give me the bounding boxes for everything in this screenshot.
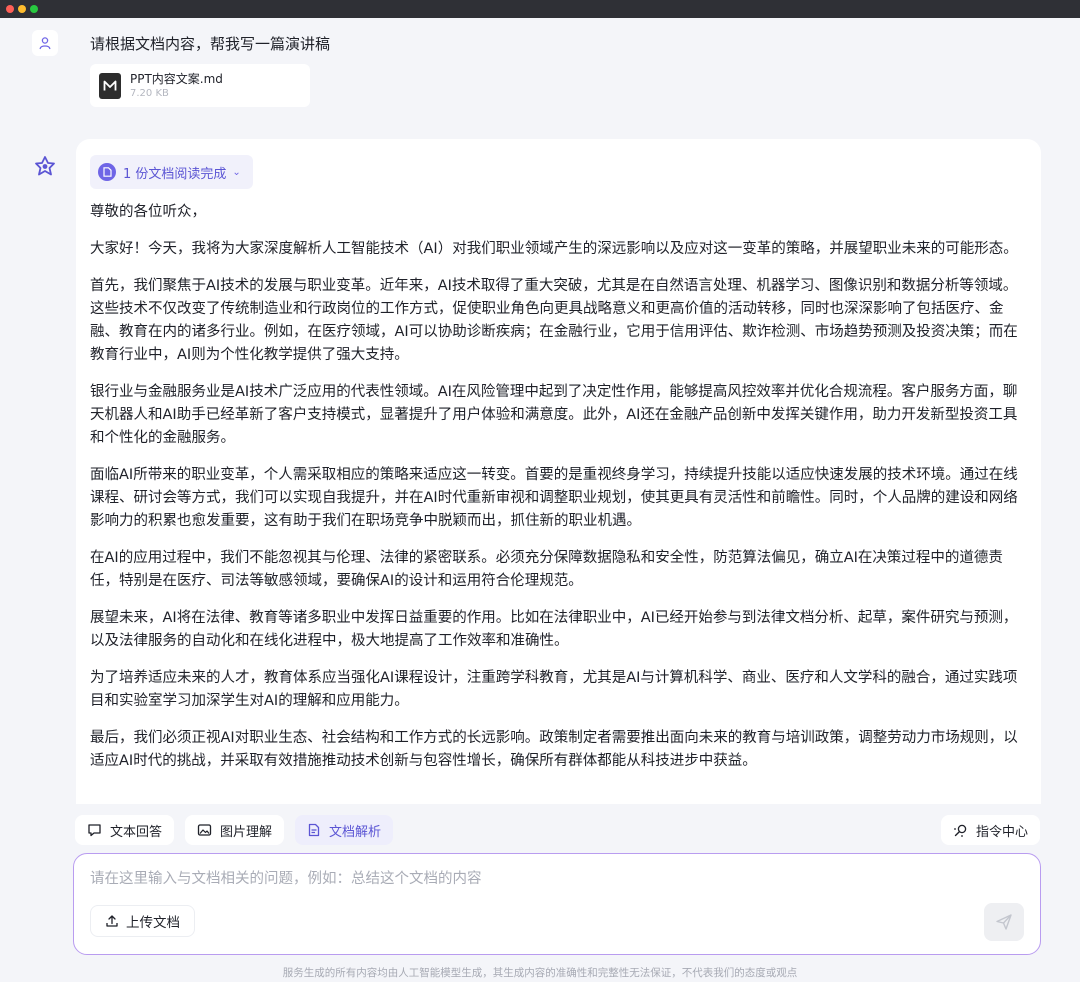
command-center-button[interactable]: 指令中心 (940, 815, 1040, 845)
markdown-file-icon (99, 72, 121, 99)
tool-bar: 文本回答 图片理解 文档解析 指令中心 (75, 815, 1040, 845)
answer-card: 1 份文档阅读完成 ⌄ 尊敬的各位听众， 大家好！今天，我将为大家深度解析人工智… (76, 139, 1041, 804)
attachment-card[interactable]: PPT内容文案.md 7.20 KB (90, 64, 310, 107)
chat-bubble-icon (88, 824, 101, 837)
doc-analysis-button[interactable]: 文档解析 (295, 815, 394, 845)
send-button[interactable] (984, 903, 1024, 941)
image-icon (197, 824, 212, 836)
answer-paragraph: 为了培养适应未来的人才，教育体系应当强化AI课程设计，注重跨学科教育，尤其是AI… (90, 670, 1018, 709)
disclaimer-text: 服务生成的所有内容均由人工智能模型生成，其生成内容的准确性和完整性无法保证，不代… (282, 967, 798, 979)
answer-paragraph: 面临AI所带来的职业变革，个人需采取相应的策略来适应这一转变。首要的是重视终身学… (90, 467, 1018, 529)
image-understanding-label: 图片理解 (220, 824, 273, 840)
window-titlebar (0, 0, 1080, 18)
question-input-box: 上传文档 (73, 853, 1041, 955)
upload-icon (106, 915, 118, 927)
answer-text: 尊敬的各位听众， 大家好！今天，我将为大家深度解析人工智能技术（AI）对我们职业… (90, 201, 1030, 787)
answer-paragraph: 展望未来，AI将在法律、教育等诸多职业中发挥日益重要的作用。比如在法律职业中，A… (90, 610, 1018, 649)
bot-avatar (32, 153, 58, 179)
command-center-icon (954, 824, 967, 837)
answer-paragraph: 尊敬的各位听众， (90, 204, 206, 220)
answer-paragraph: 大家好！今天，我将为大家深度解析人工智能技术（AI）对我们职业领域产生的深远影响… (90, 241, 1018, 257)
question-input[interactable] (90, 866, 970, 892)
attachment-size: 7.20 KB (130, 87, 169, 99)
upload-document-button[interactable]: 上传文档 (90, 905, 195, 937)
text-answer-button[interactable]: 文本回答 (75, 815, 175, 845)
upload-label: 上传文档 (126, 915, 180, 931)
answer-paragraph: 银行业与金融服务业是AI技术广泛应用的代表性领域。AI在风险管理中起到了决定性作… (90, 384, 1018, 446)
user-avatar (32, 30, 58, 56)
window-close-button[interactable] (6, 5, 14, 13)
attachment-name: PPT内容文案.md (130, 71, 223, 86)
answer-paragraph: 最后，我们必须正视AI对职业生态、社会结构和工作方式的长远影响。政策制定者需要推… (90, 730, 1018, 769)
answer-paragraph: 在AI的应用过程中，我们不能忽视其与伦理、法律的紧密联系。必须充分保障数据隐私和… (90, 550, 1003, 589)
doc-analysis-label: 文档解析 (329, 824, 382, 840)
user-message: 请根据文档内容，帮我写一篇演讲稿 (90, 35, 331, 53)
bot-logo-icon (35, 156, 55, 176)
doc-status-label: 1 份文档阅读完成 (123, 166, 227, 182)
window-maximize-button[interactable] (30, 5, 38, 13)
window-minimize-button[interactable] (18, 5, 26, 13)
answer-paragraph: 首先，我们聚焦于AI技术的发展与职业变革。近年来，AI技术取得了重大突破，尤其是… (90, 278, 1018, 363)
user-icon (39, 37, 51, 50)
doc-analysis-icon (308, 823, 320, 837)
send-icon (996, 914, 1012, 930)
chevron-down-icon: ⌄ (232, 166, 241, 178)
doc-read-status[interactable]: 1 份文档阅读完成 ⌄ (90, 155, 253, 189)
document-icon (98, 163, 116, 181)
text-answer-label: 文本回答 (110, 824, 163, 840)
command-center-label: 指令中心 (975, 824, 1028, 840)
image-understanding-button[interactable]: 图片理解 (185, 815, 285, 845)
